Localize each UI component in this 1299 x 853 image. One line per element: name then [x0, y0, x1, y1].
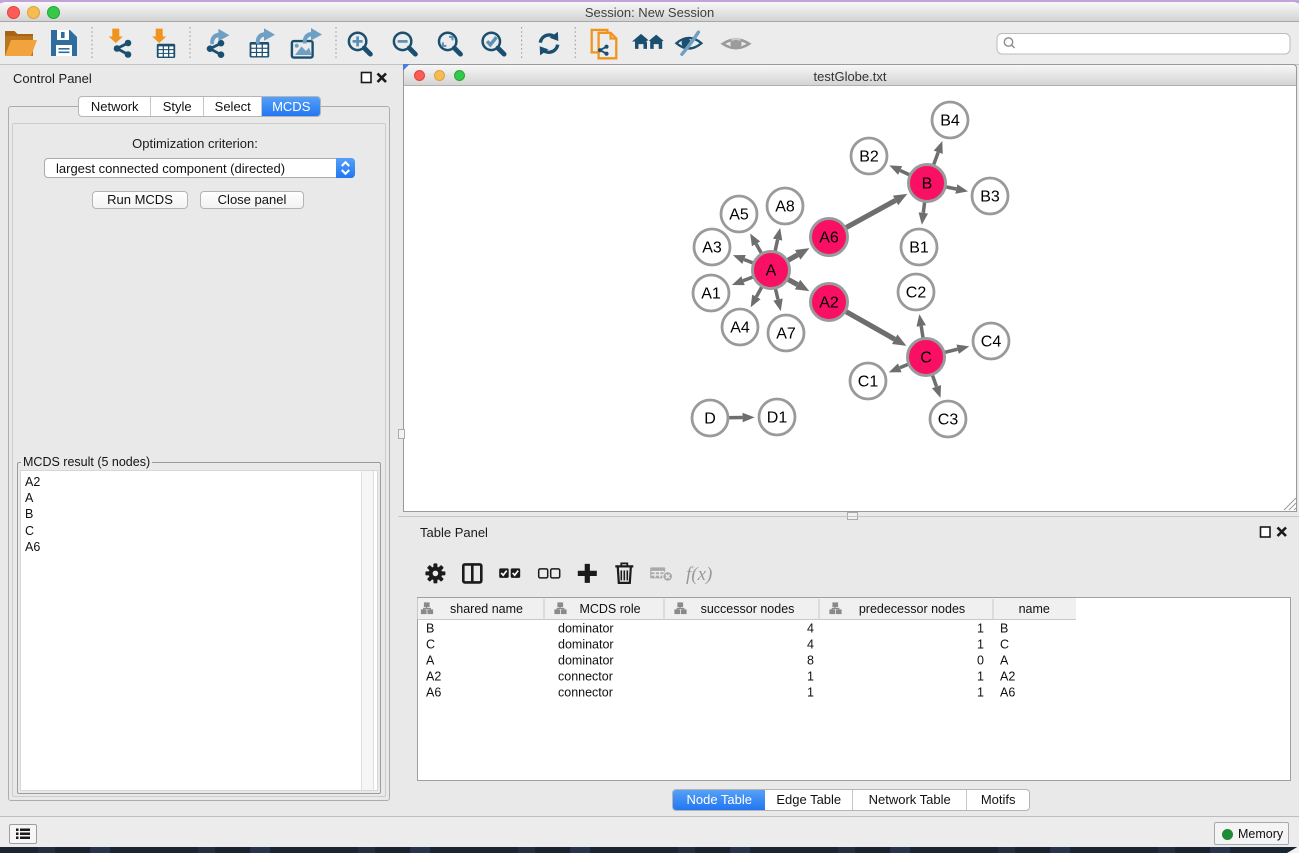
svg-text:B: B — [1000, 622, 1008, 636]
svg-text:connector: connector — [558, 686, 613, 700]
svg-text:A: A — [1000, 654, 1009, 668]
svg-text:A: A — [426, 654, 435, 668]
svg-text:1: 1 — [807, 670, 814, 684]
svg-text:B: B — [426, 622, 434, 636]
svg-text:0: 0 — [977, 654, 984, 668]
svg-text:1: 1 — [977, 638, 984, 652]
svg-text:A2: A2 — [426, 670, 441, 684]
svg-text:A6: A6 — [426, 686, 441, 700]
svg-text:shared name: shared name — [450, 602, 523, 616]
svg-text:4: 4 — [807, 638, 814, 652]
svg-text:MCDS role: MCDS role — [579, 602, 640, 616]
svg-text:1: 1 — [807, 686, 814, 700]
svg-text:1: 1 — [977, 670, 984, 684]
svg-text:successor nodes: successor nodes — [701, 602, 795, 616]
svg-text:1: 1 — [977, 686, 984, 700]
svg-text:C: C — [1000, 638, 1009, 652]
svg-text:A6: A6 — [1000, 686, 1015, 700]
svg-text:1: 1 — [977, 622, 984, 636]
svg-text:4: 4 — [807, 622, 814, 636]
svg-text:dominator: dominator — [558, 654, 614, 668]
svg-text:predecessor nodes: predecessor nodes — [859, 602, 965, 616]
svg-text:dominator: dominator — [558, 622, 614, 636]
svg-text:connector: connector — [558, 670, 613, 684]
svg-text:dominator: dominator — [558, 638, 614, 652]
svg-text:f(x): f(x) — [686, 564, 712, 585]
svg-text:name: name — [1019, 602, 1050, 616]
svg-text:A2: A2 — [1000, 670, 1015, 684]
svg-text:C: C — [426, 638, 435, 652]
svg-text:8: 8 — [807, 654, 814, 668]
